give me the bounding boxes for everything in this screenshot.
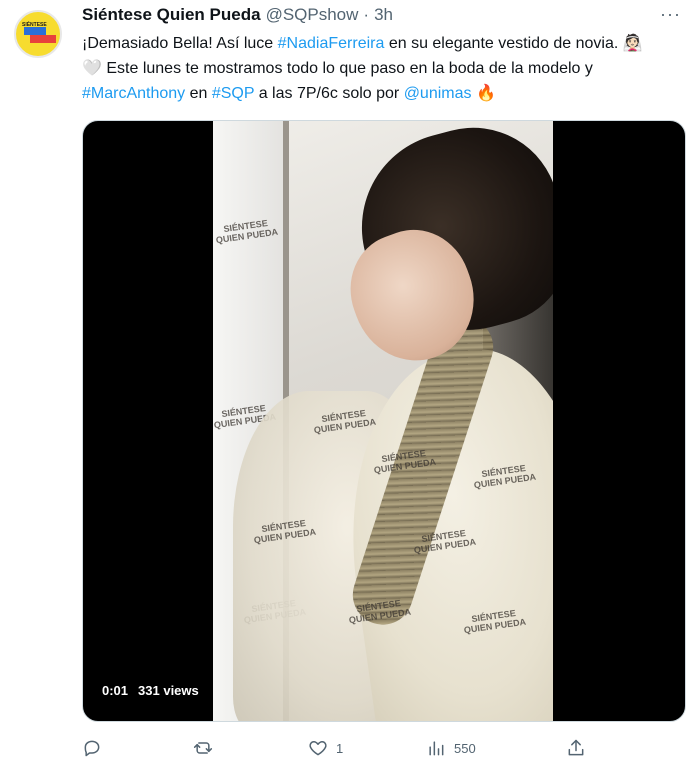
tweet-text-part: ¡Demasiado Bella! Así luce — [82, 35, 278, 52]
author-handle[interactable]: @SQPshow — [266, 5, 359, 25]
hashtag-nadiaferreira[interactable]: #NadiaFerreira — [278, 35, 385, 52]
avatar[interactable]: SIÉNTESE — [14, 10, 62, 58]
reply-button[interactable] — [82, 734, 110, 762]
video-time-badge: 0:01 331 views — [94, 676, 207, 704]
share-button[interactable] — [566, 734, 586, 762]
like-count: 1 — [336, 740, 344, 756]
retweet-icon — [193, 742, 213, 754]
retweet-button[interactable] — [193, 734, 221, 762]
tweet-time[interactable]: 3h — [374, 5, 393, 25]
tweet-text-part: 🔥 — [471, 85, 496, 102]
tweet-header: Siéntese Quien Pueda @SQPshow · 3h — [82, 5, 393, 25]
more-icon[interactable]: ··· — [660, 4, 681, 25]
video-elapsed: 0:01 — [102, 682, 129, 698]
like-button[interactable]: 1 — [308, 734, 343, 762]
hashtag-sqp[interactable]: #SQP — [212, 85, 254, 102]
video-views: 331 views — [138, 682, 199, 698]
avatar-logo-bar-top — [24, 27, 46, 35]
tweet-text: ¡Demasiado Bella! Así luce #NadiaFerreir… — [82, 31, 662, 106]
hashtag-marcanthony[interactable]: #MarcAnthony — [82, 85, 185, 102]
like-icon — [309, 741, 327, 756]
author-name[interactable]: Siéntese Quien Pueda — [82, 5, 261, 25]
separator-dot: · — [363, 5, 370, 24]
views-count: 550 — [454, 740, 476, 756]
video-player[interactable]: SIÉNTESE QUIEN PUEDA SIÉNTESE QUIEN PUEDA … — [82, 120, 686, 722]
avatar-logo-bar-bottom — [30, 35, 56, 43]
tweet-text-part: a las 7P/6c solo por — [254, 85, 404, 102]
video-frame: SIÉNTESE QUIEN PUEDA SIÉNTESE QUIEN PUEDA … — [213, 121, 553, 721]
mention-unimas[interactable]: @unimas — [404, 85, 472, 102]
share-icon — [568, 739, 584, 756]
tweet-text-part: en — [185, 85, 212, 102]
tweet-actions: 1 550 — [0, 734, 700, 762]
views-icon — [429, 741, 444, 756]
views-button[interactable]: 550 — [426, 734, 476, 762]
reply-icon — [84, 740, 100, 757]
